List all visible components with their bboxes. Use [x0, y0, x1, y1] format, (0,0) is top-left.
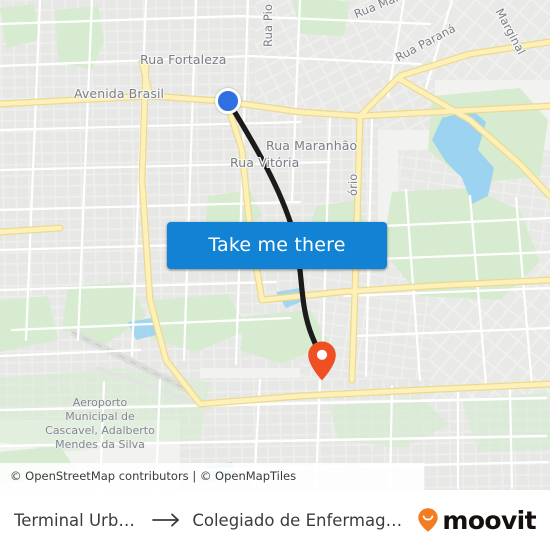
arrow-right-icon [152, 512, 182, 528]
take-me-there-button[interactable]: Take me there [167, 222, 387, 269]
bottom-bar: Terminal Urbano ... Colegiado de Enferma… [0, 490, 550, 550]
route-destination-label: Colegiado de Enfermagem - U... [192, 510, 410, 530]
route-origin-label: Terminal Urbano ... [14, 510, 142, 530]
map-viewport[interactable]: Rua Fortaleza Avenida Brasil Rua Pio XII Ru… [0, 0, 550, 490]
moovit-route-screen: Rua Fortaleza Avenida Brasil Rua Pio XII Ru… [0, 0, 550, 550]
moovit-pin-icon [417, 507, 439, 533]
origin-dot[interactable] [215, 88, 241, 114]
route-summary[interactable]: Terminal Urbano ... Colegiado de Enferma… [14, 511, 409, 530]
map-attribution[interactable]: © OpenStreetMap contributors | © OpenMap… [0, 463, 424, 490]
moovit-wordmark: moovit [442, 505, 536, 535]
destination-pin[interactable] [307, 340, 337, 382]
moovit-logo[interactable]: moovit [417, 505, 537, 535]
